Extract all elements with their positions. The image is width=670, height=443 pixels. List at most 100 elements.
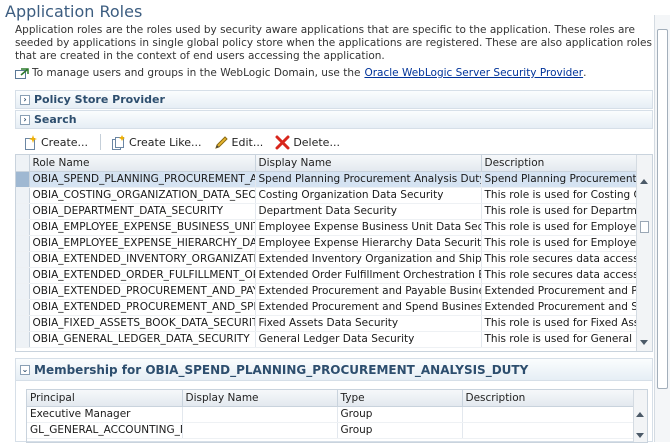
page-description: Application roles are the roles used by … [15, 24, 652, 62]
scroll-down-arrow-icon[interactable] [636, 433, 644, 438]
roles-table-scrollbar[interactable] [636, 155, 652, 351]
principal-cell: Executive Manager [27, 406, 183, 423]
create-button[interactable]: Create... [23, 134, 89, 150]
role-name-cell: OBIA_EXTENDED_ORDER_FULFILLMENT_ORCHESTR… [29, 267, 256, 284]
page-scrollbar-thumb[interactable] [657, 29, 668, 389]
description-cell: This role secures data access by Invento… [481, 251, 639, 268]
search-panel-header[interactable]: › Search [15, 110, 653, 129]
membership-table-header: Principal Display Name Type Description [27, 390, 634, 407]
column-header-display-name[interactable]: Display Name [182, 390, 338, 407]
table-row[interactable]: OBIA_GENERAL_LEDGER_DATA_SECURITY Genera… [16, 331, 639, 348]
membership-title: Membership for OBIA_SPEND_PLANNING_PROCU… [34, 362, 529, 377]
role-name-cell: OBIA_EXTENDED_PROCUREMENT_AND_SPEND [29, 299, 256, 316]
search-label: Search [34, 113, 77, 126]
table-row[interactable]: OBIA_EXTENDED_PROCUREMENT_AND_PAYABLES E… [16, 283, 639, 300]
row-selector[interactable] [16, 187, 30, 204]
scrollbar-thumb[interactable] [640, 221, 649, 233]
pencil-icon [214, 135, 228, 149]
delete-label: Delete... [293, 135, 340, 149]
row-selector[interactable] [16, 283, 30, 300]
role-name-cell: OBIA_EXTENDED_INVENTORY_ORGANIZATION_DAT… [29, 251, 256, 268]
expand-icon[interactable]: › [20, 94, 30, 105]
column-header-description[interactable]: Description [462, 390, 634, 407]
column-header-role-name[interactable]: Role Name [29, 155, 256, 172]
create-icon [25, 134, 37, 150]
description-cell: This role secures data access by Busines… [481, 267, 639, 284]
table-row[interactable]: OBIA_FIXED_ASSETS_BOOK_DATA_SECURITY Fix… [16, 315, 639, 332]
description-cell: Spend Planning Procurement Analysis Duty [481, 171, 639, 188]
table-row[interactable]: Executive Manager Group [27, 406, 634, 423]
edit-button[interactable]: Edit... [214, 135, 264, 150]
column-header-display-name[interactable]: Display Name [255, 155, 482, 172]
display-name-cell: Employee Expense Business Unit Data Secu… [255, 219, 482, 236]
row-selector[interactable] [16, 315, 30, 332]
delete-x-icon [275, 135, 290, 149]
membership-table-scrollbar[interactable] [633, 390, 647, 442]
type-cell: Group [337, 422, 463, 439]
role-name-cell: OBIA_EMPLOYEE_EXPENSE_HIERARCHY_DATA_SEC… [29, 235, 256, 252]
scroll-up-arrow-icon[interactable] [640, 179, 648, 184]
table-row[interactable]: OBIA_EXTENDED_ORDER_FULFILLMENT_ORCHESTR… [16, 267, 639, 284]
page-scrollbar[interactable] [654, 15, 670, 442]
display-name-cell: Extended Procurement and Spend Business … [255, 299, 482, 316]
create-like-button[interactable]: Create Like... [111, 134, 202, 150]
row-selector[interactable] [16, 171, 30, 188]
scroll-down-arrow-icon[interactable] [640, 340, 648, 345]
description-cell [462, 422, 634, 439]
row-selector[interactable] [16, 235, 30, 252]
manage-users-line: To manage users and groups in the WebLog… [15, 67, 586, 79]
display-name-cell: General Ledger Data Security [255, 331, 482, 348]
table-row[interactable]: OBIA_DEPARTMENT_DATA_SECURITY Department… [16, 203, 639, 220]
toolbar-divider [100, 134, 102, 150]
table-row[interactable]: OBIA_EMPLOYEE_EXPENSE_HIERARCHY_DATA_SEC… [16, 235, 639, 252]
principal-cell: GL_GENERAL_ACCOUNTING_MANAGER [27, 422, 183, 439]
collapse-icon[interactable]: ⌄ [20, 364, 30, 375]
roles-table-header: Role Name Display Name Description [16, 155, 639, 172]
column-header-description[interactable]: Description [481, 155, 639, 172]
display-name-cell: Fixed Assets Data Security [255, 315, 482, 332]
row-selector[interactable] [16, 299, 30, 316]
display-name-cell: Department Data Security [255, 203, 482, 220]
description-cell [462, 406, 634, 423]
table-row[interactable]: OBIA_SPEND_PLANNING_PROCUREMENT_ANALYSIS… [16, 171, 639, 188]
table-row[interactable]: OBIA_EMPLOYEE_EXPENSE_BUSINESS_UNIT_DATA… [16, 219, 639, 236]
policy-store-panel-header[interactable]: › Policy Store Provider [15, 90, 653, 109]
role-name-cell: OBIA_EXTENDED_PROCUREMENT_AND_PAYABLES [29, 283, 256, 300]
column-header-type[interactable]: Type [337, 390, 463, 407]
row-selector[interactable] [16, 203, 30, 220]
row-selector[interactable] [16, 331, 30, 348]
scroll-up-arrow-icon[interactable] [636, 412, 644, 417]
role-name-cell: OBIA_GENERAL_LEDGER_DATA_SECURITY [29, 331, 256, 348]
description-cell: This role is used for Employee Expense B… [481, 219, 639, 236]
description-cell: This role is used for Employee Expense H… [481, 235, 639, 252]
policy-store-label: Policy Store Provider [34, 93, 165, 106]
membership-panel: ⌄ Membership for OBIA_SPEND_PLANNING_PRO… [15, 358, 653, 443]
role-name-cell: OBIA_DEPARTMENT_DATA_SECURITY [29, 203, 256, 220]
table-row[interactable]: OBIA_COSTING_ORGANIZATION_DATA_SECURITY … [16, 187, 639, 204]
page-title: Application Roles [5, 2, 143, 21]
edit-label: Edit... [231, 135, 264, 149]
description-cell: This role is used for Fixed Assets Book … [481, 315, 639, 332]
display-name-cell: Employee Expense Hierarchy Data Security [255, 235, 482, 252]
table-row[interactable]: OBIA_EXTENDED_INVENTORY_ORGANIZATION_DAT… [16, 251, 639, 268]
column-header-principal[interactable]: Principal [27, 390, 183, 407]
display-name-cell: Extended Inventory Organization and Ship… [255, 251, 482, 268]
expand-icon[interactable]: › [20, 114, 30, 125]
description-cell: This role is used for Costing Organizati… [481, 187, 639, 204]
description-cell: Extended Procurement and Spend [481, 299, 639, 316]
display-name-cell [182, 406, 338, 423]
row-selector[interactable] [16, 219, 30, 236]
manage-period: . [583, 67, 587, 79]
role-name-cell: OBIA_EMPLOYEE_EXPENSE_BUSINESS_UNIT_DATA… [29, 219, 256, 236]
display-name-cell [182, 422, 338, 439]
role-name-cell: OBIA_SPEND_PLANNING_PROCUREMENT_ANALYSIS… [29, 171, 256, 188]
row-selector[interactable] [16, 251, 30, 268]
create-label: Create... [41, 135, 89, 149]
delete-button[interactable]: Delete... [275, 135, 340, 150]
row-selector[interactable] [16, 267, 30, 284]
table-row[interactable]: GL_GENERAL_ACCOUNTING_MANAGER Group [27, 422, 634, 439]
description-cell: This role is used for Department Data Se… [481, 203, 639, 220]
table-row[interactable]: OBIA_EXTENDED_PROCUREMENT_AND_SPEND Exte… [16, 299, 639, 316]
weblogic-security-provider-link[interactable]: Oracle WebLogic Server Security Provider [364, 67, 583, 79]
membership-panel-header[interactable]: ⌄ Membership for OBIA_SPEND_PLANNING_PRO… [16, 359, 652, 381]
